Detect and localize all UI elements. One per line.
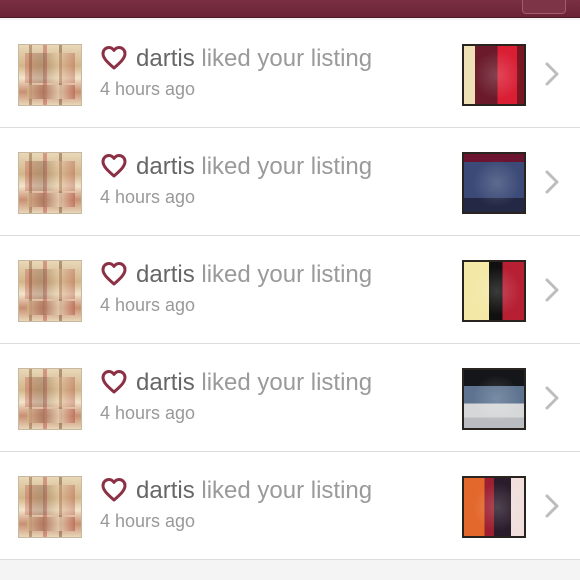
user-avatar[interactable] [18, 368, 82, 430]
listing-thumbnail[interactable] [462, 152, 526, 214]
username[interactable]: dartis [136, 153, 195, 180]
notification-message: dartis liked your listing [136, 368, 372, 398]
listing-thumbnail[interactable] [462, 368, 526, 430]
user-avatar[interactable] [18, 44, 82, 106]
notification-time: 4 hours ago [100, 403, 196, 423]
heart-icon [101, 370, 127, 394]
chevron-right-icon[interactable] [542, 168, 562, 196]
notification-action: liked your listing [201, 477, 373, 504]
chevron-right-icon[interactable] [542, 492, 562, 520]
listing-thumbnail[interactable] [462, 476, 526, 538]
activity-screen: dartis liked your listing 4 hours ago da… [0, 0, 580, 580]
notification-list: dartis liked your listing 4 hours ago da… [0, 20, 580, 560]
notification-row[interactable]: dartis liked your listing 4 hours ago [0, 128, 580, 236]
username[interactable]: dartis [136, 369, 195, 396]
notification-row[interactable]: dartis liked your listing 4 hours ago [0, 344, 580, 452]
user-avatar[interactable] [18, 476, 82, 538]
top-bar-button[interactable] [522, 0, 566, 14]
notification-action: liked your listing [201, 369, 373, 396]
user-avatar[interactable] [18, 152, 82, 214]
notification-message: dartis liked your listing [136, 260, 372, 290]
heart-icon [101, 46, 127, 70]
chevron-right-icon[interactable] [542, 276, 562, 304]
heart-icon [101, 478, 127, 502]
notification-row[interactable]: dartis liked your listing 4 hours ago [0, 236, 580, 344]
notification-message: dartis liked your listing [136, 476, 372, 506]
notification-message: dartis liked your listing [136, 44, 372, 74]
listing-thumbnail[interactable] [462, 44, 526, 106]
notification-time: 4 hours ago [100, 187, 196, 207]
listing-thumbnail[interactable] [462, 260, 526, 322]
heart-icon [101, 262, 127, 286]
top-navigation-bar [0, 0, 580, 18]
notification-time: 4 hours ago [100, 295, 196, 315]
chevron-right-icon[interactable] [542, 60, 562, 88]
username[interactable]: dartis [136, 261, 195, 288]
username[interactable]: dartis [136, 45, 195, 72]
user-avatar[interactable] [18, 260, 82, 322]
notification-message: dartis liked your listing [136, 152, 372, 182]
notification-time: 4 hours ago [100, 79, 196, 99]
heart-icon [101, 154, 127, 178]
notification-row[interactable]: dartis liked your listing 4 hours ago [0, 20, 580, 128]
notification-action: liked your listing [201, 45, 373, 72]
notification-action: liked your listing [201, 153, 373, 180]
username[interactable]: dartis [136, 477, 195, 504]
notification-action: liked your listing [201, 261, 373, 288]
notification-row[interactable]: dartis liked your listing 4 hours ago [0, 452, 580, 560]
notification-time: 4 hours ago [100, 511, 196, 531]
chevron-right-icon[interactable] [542, 384, 562, 412]
